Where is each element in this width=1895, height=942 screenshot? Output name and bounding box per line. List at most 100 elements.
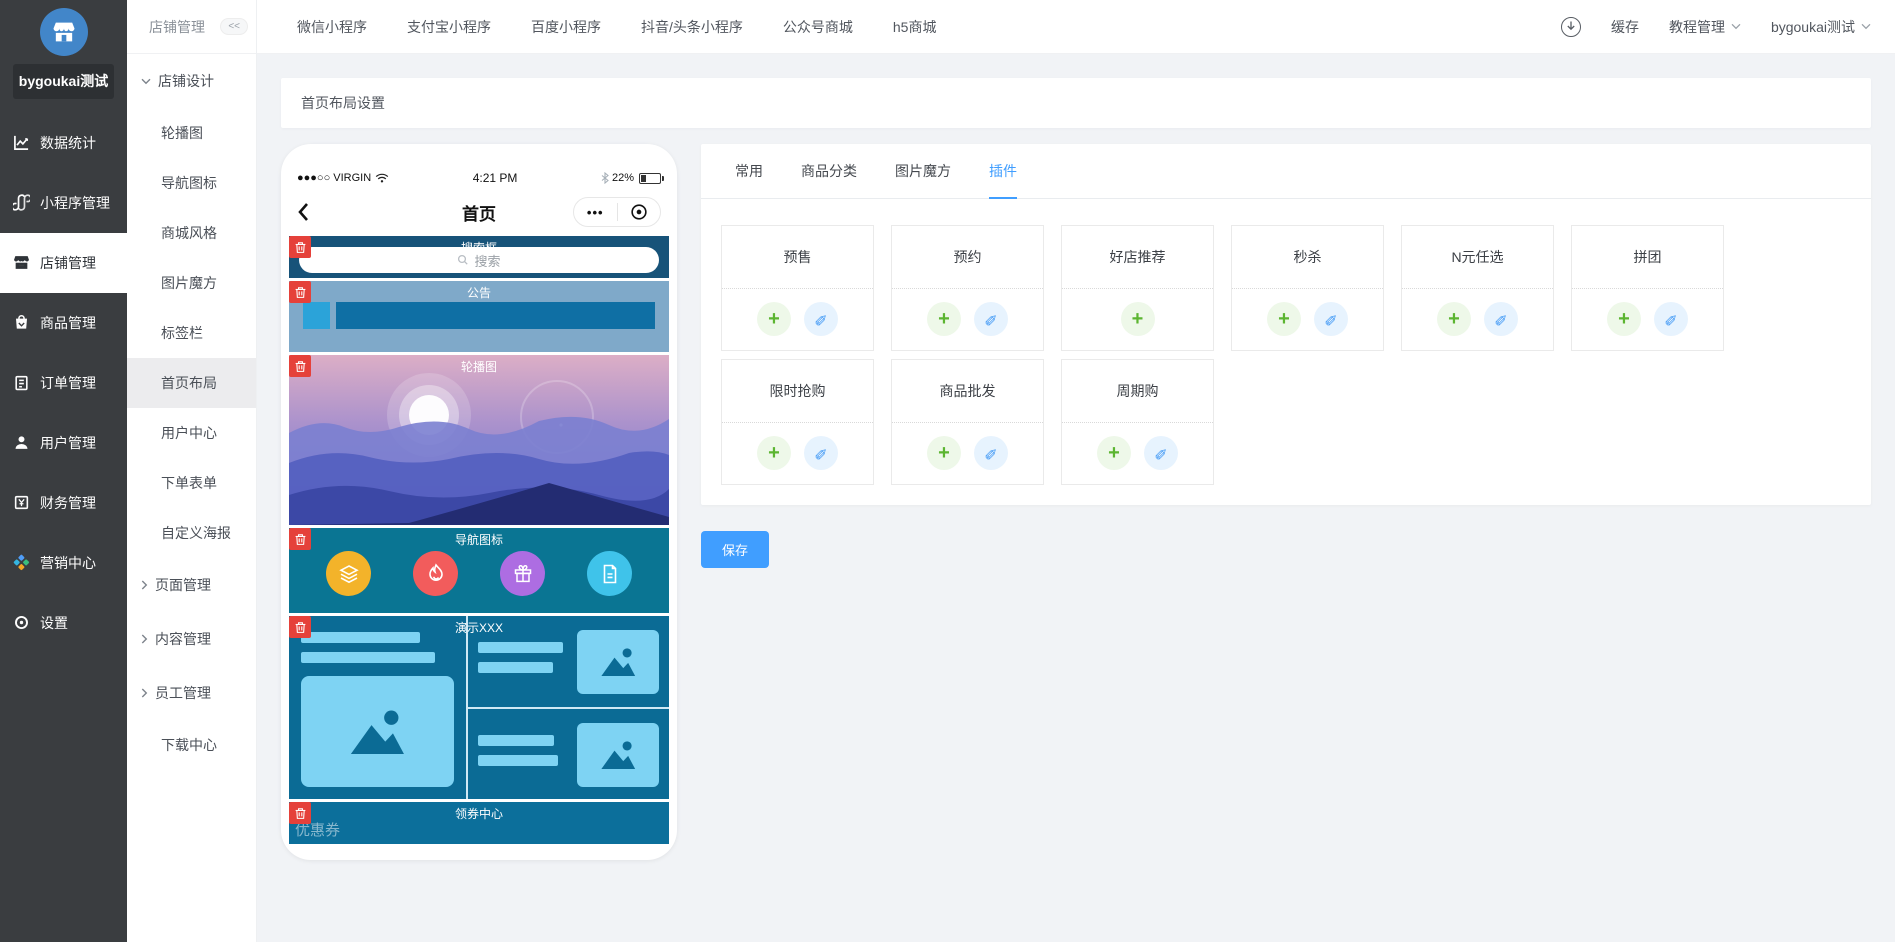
platform-tab[interactable]: 公众号商城 xyxy=(783,17,853,37)
submenu-group[interactable]: 页面管理 xyxy=(127,558,256,612)
section-coupon[interactable]: 领券中心 优惠券 xyxy=(289,802,669,844)
chevron-right-icon xyxy=(141,580,148,590)
submenu-item[interactable]: 下单表单 xyxy=(127,458,256,508)
store-logo[interactable] xyxy=(40,8,88,56)
chart-icon xyxy=(13,134,30,151)
edit-plugin-button[interactable]: ✎ xyxy=(1314,302,1348,336)
back-icon[interactable] xyxy=(297,202,309,222)
submenu-collapsed-groups: 页面管理 内容管理 员工管理 xyxy=(127,558,256,720)
component-tab[interactable]: 商品分类 xyxy=(801,144,857,198)
download-icon[interactable] xyxy=(1561,17,1581,37)
delete-icon[interactable] xyxy=(289,616,311,638)
exit-target-icon[interactable] xyxy=(618,203,661,221)
delete-icon[interactable] xyxy=(289,802,311,824)
sidebar-item-miniprogram[interactable]: 小程序管理 xyxy=(0,173,127,233)
sidebar-item-marketing[interactable]: 营销中心 xyxy=(0,533,127,593)
save-button[interactable]: 保存 xyxy=(701,531,769,568)
sidebar-item-finance[interactable]: 财务管理 xyxy=(0,473,127,533)
pencil-icon: ✎ xyxy=(814,309,827,329)
platform-tab[interactable]: h5商城 xyxy=(893,17,937,37)
plugin-title: 周期购 xyxy=(1062,360,1213,423)
submenu-item[interactable]: 商城风格 xyxy=(127,208,256,258)
edit-plugin-button[interactable]: ✎ xyxy=(974,302,1008,336)
component-tab[interactable]: 插件 xyxy=(989,144,1017,198)
sidebar-item-goods[interactable]: 商品管理 xyxy=(0,293,127,353)
submenu-item[interactable]: 首页布局 xyxy=(127,358,256,408)
account-dropdown[interactable]: bygoukai测试 xyxy=(1771,17,1871,37)
submenu-item[interactable]: 用户中心 xyxy=(127,408,256,458)
edit-plugin-button[interactable]: ✎ xyxy=(804,436,838,470)
edit-plugin-button[interactable]: ✎ xyxy=(1144,436,1178,470)
edit-plugin-button[interactable]: ✎ xyxy=(974,436,1008,470)
delete-icon[interactable] xyxy=(289,236,311,258)
tutorial-dropdown[interactable]: 教程管理 xyxy=(1669,17,1741,37)
wechat-capsule: ••• xyxy=(573,197,661,227)
plugin-title: 好店推荐 xyxy=(1062,226,1213,289)
submenu-group[interactable]: 员工管理 xyxy=(127,666,256,720)
submenu-item-label: 轮播图 xyxy=(161,123,203,143)
pencil-icon: ✎ xyxy=(984,309,997,329)
section-banner[interactable]: 轮播图 xyxy=(289,355,669,525)
platform-tab[interactable]: 微信小程序 xyxy=(297,17,367,37)
add-plugin-button[interactable]: + xyxy=(1121,302,1155,336)
layers-icon[interactable] xyxy=(326,551,371,596)
delete-icon[interactable] xyxy=(289,281,311,303)
more-menu-icon[interactable]: ••• xyxy=(574,205,617,220)
component-tab[interactable]: 常用 xyxy=(735,144,763,198)
section-demo[interactable]: 演示XXX xyxy=(289,616,669,799)
edit-plugin-button[interactable]: ✎ xyxy=(1484,302,1518,336)
plugin-card: 秒杀 + ✎ xyxy=(1231,225,1384,351)
delete-icon[interactable] xyxy=(289,355,311,377)
add-plugin-button[interactable]: + xyxy=(1097,436,1131,470)
platform-tab[interactable]: 抖音/头条小程序 xyxy=(641,17,743,37)
submenu-item[interactable]: 轮播图 xyxy=(127,108,256,158)
section-search[interactable]: 搜索框 搜索 xyxy=(289,236,669,278)
plugin-title: N元任选 xyxy=(1402,226,1553,289)
sidebar-item-data-stats[interactable]: 数据统计 xyxy=(0,113,127,173)
submenu-item[interactable]: 自定义海报 xyxy=(127,508,256,558)
plugin-title: 拼团 xyxy=(1572,226,1723,289)
sidebar-item-shop[interactable]: 店铺管理 xyxy=(0,233,127,293)
add-plugin-button[interactable]: + xyxy=(1267,302,1301,336)
sidebar-item-users[interactable]: 用户管理 xyxy=(0,413,127,473)
platform-tab[interactable]: 支付宝小程序 xyxy=(407,17,491,37)
submenu-item[interactable]: 导航图标 xyxy=(127,158,256,208)
primary-nav: 数据统计 小程序管理 店铺管理 商品管理 订单管理 用户管理 xyxy=(0,113,127,653)
platform-tab[interactable]: 百度小程序 xyxy=(531,17,601,37)
plugin-card: N元任选 + ✎ xyxy=(1401,225,1554,351)
document-icon[interactable] xyxy=(587,551,632,596)
add-plugin-button[interactable]: + xyxy=(1607,302,1641,336)
component-tab[interactable]: 图片魔方 xyxy=(895,144,951,198)
flame-icon[interactable] xyxy=(413,551,458,596)
submenu-item-label: 下载中心 xyxy=(161,735,217,755)
add-plugin-button[interactable]: + xyxy=(757,436,791,470)
section-nav-icons[interactable]: 导航图标 xyxy=(289,528,669,613)
submenu-item[interactable]: 图片魔方 xyxy=(127,258,256,308)
add-plugin-button[interactable]: + xyxy=(927,302,961,336)
text-placeholder xyxy=(478,755,558,766)
edit-plugin-button[interactable]: ✎ xyxy=(804,302,838,336)
bluetooth-icon xyxy=(601,172,609,184)
add-plugin-button[interactable]: + xyxy=(757,302,791,336)
add-plugin-button[interactable]: + xyxy=(1437,302,1471,336)
image-placeholder xyxy=(301,676,454,787)
delete-icon[interactable] xyxy=(289,528,311,550)
gift-icon[interactable] xyxy=(500,551,545,596)
submenu-item[interactable]: 标签栏 xyxy=(127,308,256,358)
sidebar-item-settings[interactable]: 设置 xyxy=(0,593,127,653)
plus-icon: + xyxy=(938,443,950,463)
submenu-group[interactable]: 内容管理 xyxy=(127,612,256,666)
sidebar-item-orders[interactable]: 订单管理 xyxy=(0,353,127,413)
submenu-item[interactable]: 下载中心 xyxy=(127,720,256,770)
section-notice[interactable]: 公告 xyxy=(289,281,669,352)
plus-icon: + xyxy=(768,309,780,329)
demo-row xyxy=(468,709,669,800)
cache-link[interactable]: 缓存 xyxy=(1611,17,1639,37)
miniprogram-icon xyxy=(13,194,30,211)
section-label: 导航图标 xyxy=(289,531,669,548)
image-placeholder xyxy=(577,723,659,787)
submenu-group-shop-design[interactable]: 店铺设计 xyxy=(127,54,256,108)
collapse-sidebar-button[interactable]: << xyxy=(220,18,248,35)
add-plugin-button[interactable]: + xyxy=(927,436,961,470)
edit-plugin-button[interactable]: ✎ xyxy=(1654,302,1688,336)
